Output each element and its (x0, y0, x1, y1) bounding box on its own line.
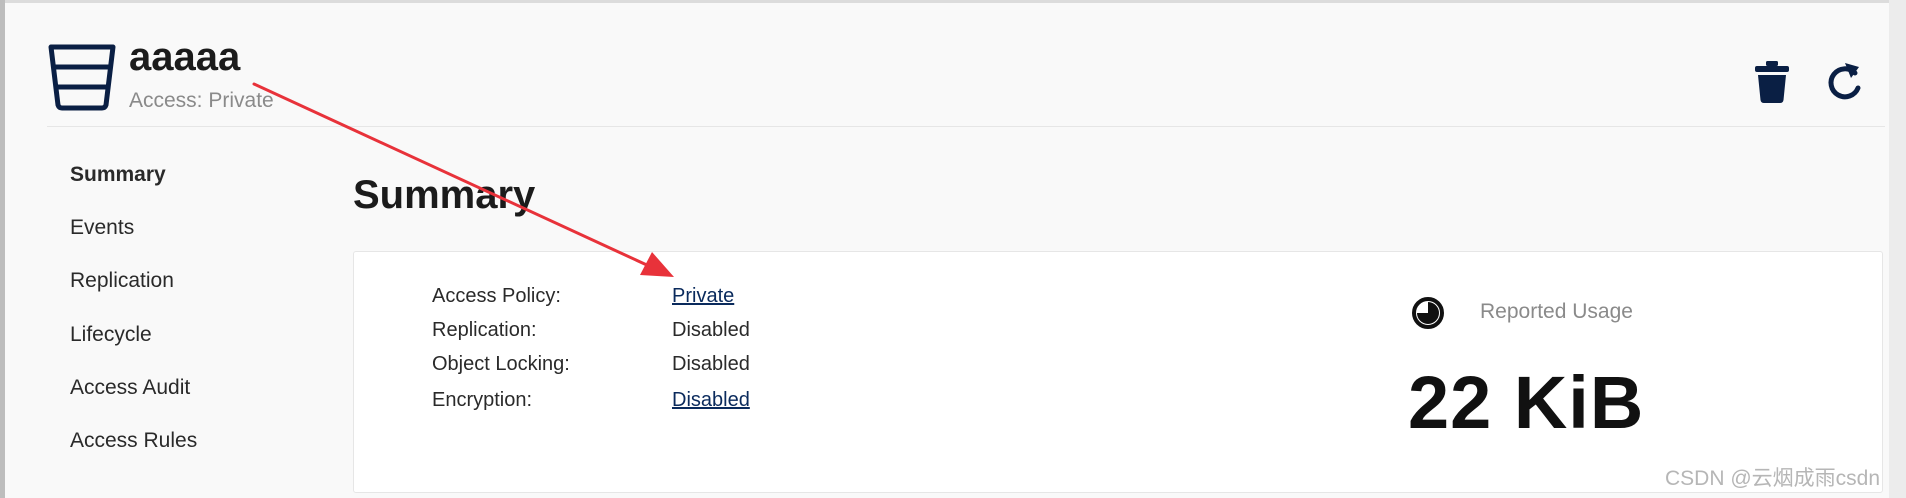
sidebar-item-summary[interactable]: Summary (70, 163, 166, 187)
pie-chart-icon (1412, 297, 1444, 329)
bucket-detail-page: aaaaa Access: Private Summary Events Rep… (5, 3, 1889, 498)
access-policy-label: Access Policy: (432, 285, 561, 307)
summary-card: Access Policy: Private Replication: Disa… (353, 251, 1883, 493)
delete-bucket-button[interactable] (1755, 61, 1789, 103)
object-locking-value: Disabled (672, 353, 750, 375)
reported-usage-label: Reported Usage (1480, 300, 1633, 323)
trash-icon (1755, 61, 1789, 103)
reported-usage-value: 22 KiB (1408, 361, 1645, 444)
sidebar-item-access-rules[interactable]: Access Rules (70, 429, 197, 453)
access-policy-link[interactable]: Private (672, 285, 734, 308)
bucket-header: aaaaa Access: Private (5, 3, 1889, 125)
replication-value: Disabled (672, 319, 750, 341)
sidebar-item-lifecycle[interactable]: Lifecycle (70, 323, 152, 347)
page-title: Summary (353, 173, 536, 217)
sidebar-item-events[interactable]: Events (70, 216, 134, 240)
sidebar-item-access-audit[interactable]: Access Audit (70, 376, 190, 400)
bucket-access-subtitle: Access: Private (129, 89, 274, 112)
encryption-label: Encryption: (432, 389, 533, 411)
refresh-icon (1828, 63, 1861, 100)
header-divider (47, 126, 1885, 127)
sidebar-item-replication[interactable]: Replication (70, 269, 174, 293)
watermark-text: CSDN @云烟成雨csdn (1664, 467, 1880, 490)
scrollbar[interactable] (1889, 0, 1906, 498)
replication-label: Replication: (432, 319, 537, 341)
refresh-button[interactable] (1825, 61, 1865, 103)
encryption-link[interactable]: Disabled (672, 389, 750, 412)
object-locking-label: Object Locking: (432, 353, 570, 375)
bucket-icon (48, 44, 116, 111)
bucket-name: aaaaa (129, 35, 241, 79)
